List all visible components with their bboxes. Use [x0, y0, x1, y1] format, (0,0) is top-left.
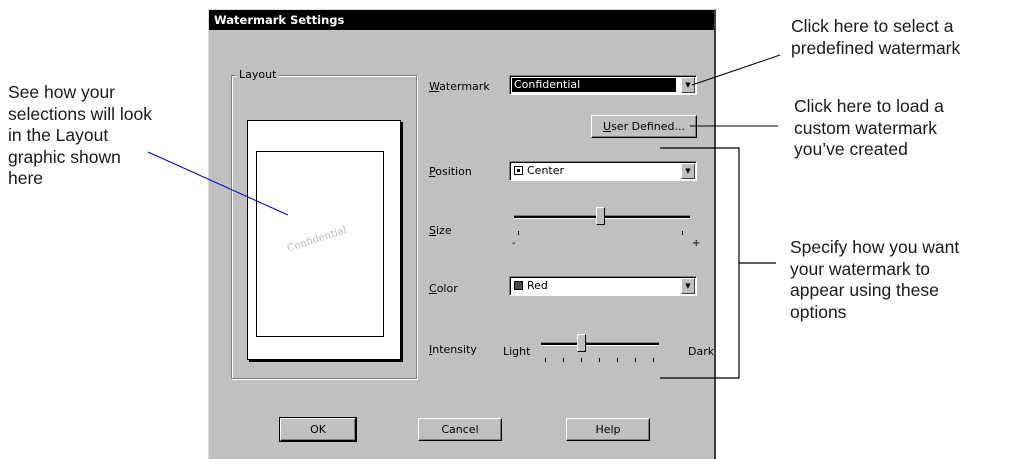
options-bracket [660, 147, 776, 379]
layout-callout-leader [147, 151, 289, 216]
watermark-callout-leader [691, 54, 781, 86]
callout-connectors [147, 54, 781, 379]
